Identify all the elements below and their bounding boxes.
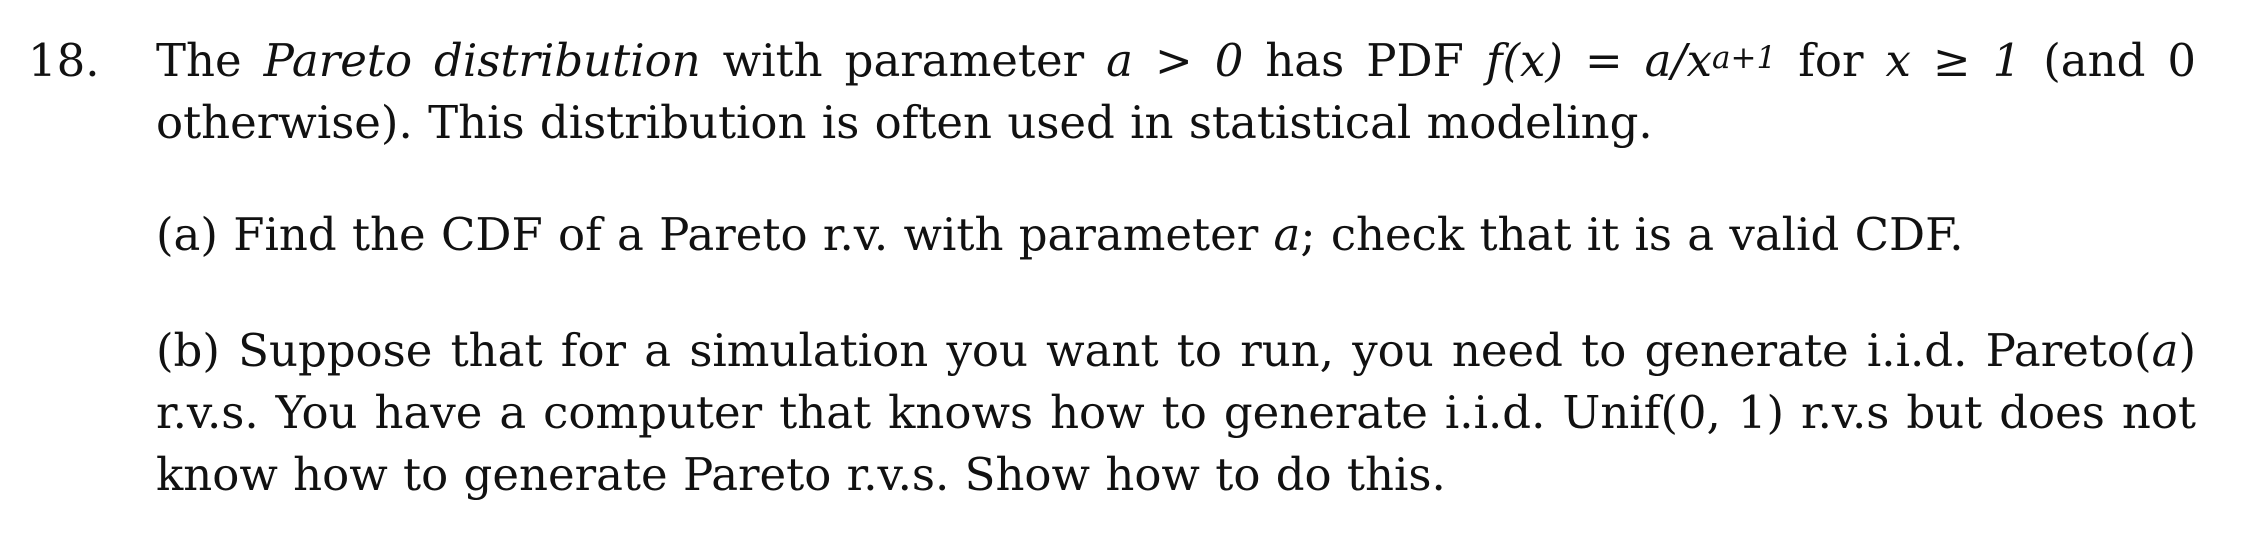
part-a: (a) Find the CDF of a Pareto r.v. with p…: [156, 204, 2196, 266]
part-b-text-1: (b) Suppose that for a simulation you wa…: [156, 324, 2152, 377]
part-a-param: a: [1273, 208, 1301, 261]
pdf-formula-exponent: a+1: [1712, 40, 1777, 76]
part-b: (b) Suppose that for a simulation you wa…: [156, 320, 2196, 506]
pdf-formula: f(x) = a/xa+1: [1486, 34, 1776, 87]
param-condition: a > 0: [1106, 34, 1244, 87]
intro-text-1: The: [156, 34, 264, 87]
intro-text-3: has PDF: [1243, 34, 1486, 87]
problem-statement: The Pareto distribution with parameter a…: [156, 30, 2196, 154]
support-condition: x ≥ 1: [1885, 34, 2022, 87]
pdf-formula-base: f(x) = a/x: [1485, 34, 1713, 87]
intro-text-4: for: [1776, 34, 1886, 87]
pareto-term: Pareto distribution: [263, 34, 701, 87]
intro-text-2: with parameter: [700, 34, 1107, 87]
problem-number: 18.: [28, 34, 100, 87]
part-b-param: a: [2151, 324, 2179, 377]
part-a-text-1: (a) Find the CDF of a Pareto r.v. with p…: [156, 208, 1274, 261]
part-a-text-2: ; check that it is a valid CDF.: [1300, 208, 1964, 261]
problem-18: 18. The Pareto distribution with paramet…: [0, 0, 2268, 540]
